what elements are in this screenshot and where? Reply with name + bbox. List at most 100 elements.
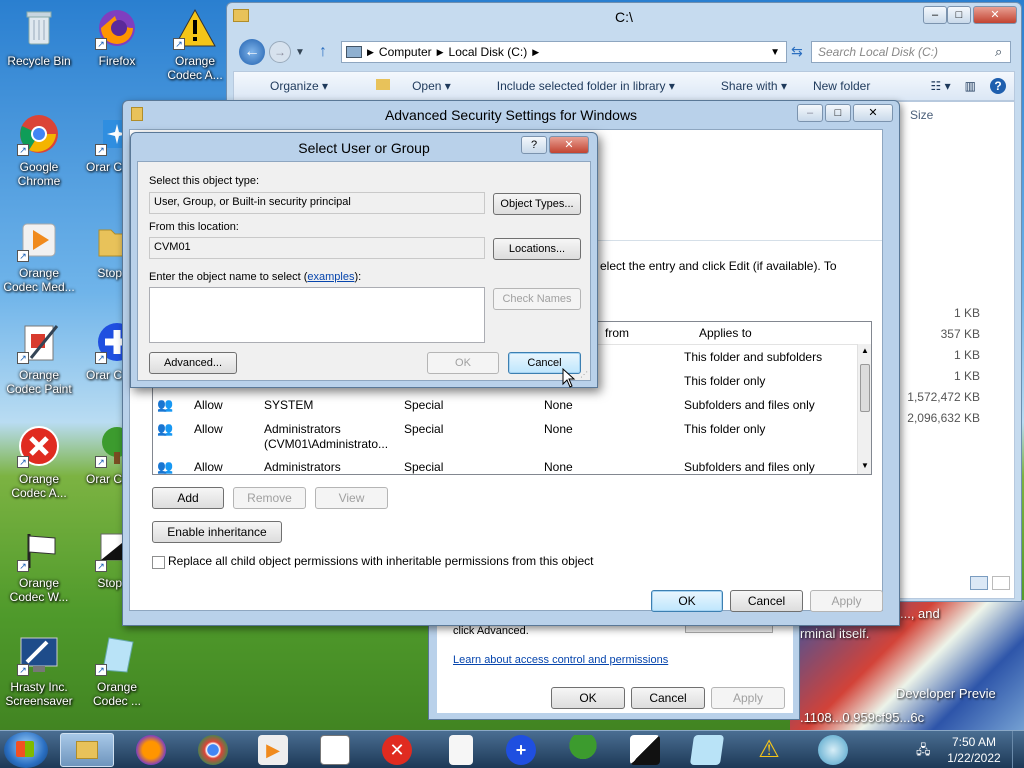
desktop-icon-label: Google Chrome xyxy=(17,160,61,188)
taskbar-red-x-icon[interactable]: ✕ xyxy=(382,735,412,765)
clock-date[interactable]: 1/22/2022 xyxy=(940,751,1008,765)
scrollbar-thumb[interactable] xyxy=(860,364,870,412)
media-player-icon: ↗ xyxy=(17,218,61,262)
select-user-body: Select this object type: User, Group, or… xyxy=(137,161,591,381)
desktop-icon-orange-codec-w[interactable]: ↗ Orange Codec W... xyxy=(2,528,76,604)
vertical-scrollbar[interactable]: ▲ ▼ xyxy=(857,344,871,474)
taskbar-chrome-icon[interactable] xyxy=(198,735,228,765)
recent-pages-icon[interactable]: ▼ xyxy=(295,47,305,58)
up-button[interactable]: ↑ xyxy=(319,43,327,61)
address-dropdown-icon[interactable]: ▼ xyxy=(770,47,780,58)
include-in-library-menu[interactable]: Include selected folder in library ▾ xyxy=(479,79,675,93)
taskbar-file-icon[interactable] xyxy=(449,735,473,765)
desktop-icon-hrasty-screensaver[interactable]: ↗ Hrasty Inc. Screensaver xyxy=(2,632,76,708)
desktop-icon-google-chrome[interactable]: ↗ Google Chrome xyxy=(2,112,76,188)
desktop-icon-label: Hrasty Inc. Screensaver xyxy=(5,680,73,708)
object-type-field: User, Group, or Built-in security princi… xyxy=(149,192,485,214)
network-tray-icon[interactable]: 🖧 xyxy=(916,741,931,763)
desktop-icon-orange-codec-paint[interactable]: ↗ Orange Codec Paint xyxy=(2,320,76,396)
minimize-button[interactable]: – xyxy=(923,6,947,24)
resize-grip-icon[interactable]: ⋰ xyxy=(580,370,588,379)
help-button[interactable]: ? xyxy=(521,136,547,154)
add-button[interactable]: Add xyxy=(152,487,224,509)
advanced-apply-button[interactable]: Apply xyxy=(810,590,883,612)
desktop-icon-orange-codec-media[interactable]: ↗ Orange Codec Med... xyxy=(2,218,76,294)
advanced-ok-button[interactable]: OK xyxy=(651,590,723,612)
locations-button[interactable]: Locations... xyxy=(493,238,581,260)
scroll-down-icon[interactable]: ▼ xyxy=(861,461,869,470)
preview-pane-icon[interactable]: ▥ xyxy=(965,79,976,93)
organize-menu[interactable]: Organize ▾ xyxy=(252,79,328,93)
firefox-icon: ↗ xyxy=(95,6,139,50)
breadcrumb-computer[interactable]: Computer xyxy=(379,45,432,59)
shortcut-arrow-icon: ↗ xyxy=(17,664,29,676)
column-header-size[interactable]: Size xyxy=(910,108,933,122)
show-desktop-button[interactable] xyxy=(1012,731,1024,768)
command-bar: Organize ▾ Open ▾ Include selected folde… xyxy=(233,71,1015,101)
enable-inheritance-button[interactable]: Enable inheritance xyxy=(152,521,282,543)
object-types-button[interactable]: Object Types... xyxy=(493,193,581,215)
help-icon[interactable]: ? xyxy=(990,78,1006,94)
desktop-icon-orange-codec-a-1[interactable]: ↗ Orange Codec A... xyxy=(158,6,232,82)
desktop-icon-label: Firefox xyxy=(98,54,136,68)
change-view-icon[interactable]: ☷ ▾ xyxy=(931,79,951,93)
taskbar-paint-icon[interactable] xyxy=(320,735,350,765)
large-icons-view-icon[interactable] xyxy=(992,576,1010,590)
desktop-icon-firefox[interactable]: ↗ Firefox xyxy=(80,6,154,68)
close-button[interactable]: ✕ xyxy=(853,104,893,122)
advanced-hint-text: click Advanced. xyxy=(453,625,529,637)
back-button[interactable]: ← xyxy=(239,39,265,65)
close-button[interactable]: ✕ xyxy=(973,6,1017,24)
breadcrumb-local-disk[interactable]: Local Disk (C:) xyxy=(449,45,528,59)
desktop-icon-orange-codec-a-2[interactable]: ↗ Orange Codec A... xyxy=(2,424,76,500)
taskbar-tree-icon[interactable] xyxy=(568,735,598,765)
replace-child-permissions-checkbox[interactable] xyxy=(152,556,165,569)
inherited-cell: None xyxy=(544,422,573,436)
desktop-icon-recycle-bin[interactable]: Recycle Bin xyxy=(2,6,76,68)
taskbar-warning-icon[interactable]: ⚠ xyxy=(754,735,784,765)
taskbar-glass-icon[interactable] xyxy=(689,735,725,765)
forward-button[interactable]: → xyxy=(269,41,291,63)
refresh-button[interactable]: ⇆ xyxy=(791,43,803,60)
permissions-ok-button[interactable]: OK xyxy=(551,687,625,709)
close-button[interactable]: ✕ xyxy=(549,136,589,154)
advanced-cancel-button[interactable]: Cancel xyxy=(730,590,803,612)
column-header-from[interactable]: from xyxy=(605,326,629,340)
taskbar-network-globe-icon[interactable] xyxy=(818,735,848,765)
view-button[interactable]: View xyxy=(315,487,388,509)
column-header-applies-to[interactable]: Applies to xyxy=(699,326,752,340)
principal-cell: Administrators xyxy=(264,460,341,474)
maximize-button[interactable]: □ xyxy=(825,104,851,122)
scroll-up-icon[interactable]: ▲ xyxy=(861,346,869,355)
object-name-input[interactable] xyxy=(149,287,485,343)
remove-button[interactable]: Remove xyxy=(233,487,306,509)
learn-access-control-link[interactable]: Learn about access control and permissio… xyxy=(453,654,668,666)
select-user-ok-button[interactable]: OK xyxy=(427,352,499,374)
new-folder-button[interactable]: New folder xyxy=(813,79,870,93)
taskbar-blue-plus-icon[interactable]: + xyxy=(506,735,536,765)
open-menu[interactable]: Open ▾ xyxy=(358,79,451,93)
maximize-button[interactable]: □ xyxy=(947,6,971,24)
minimize-button[interactable]: – xyxy=(797,104,823,122)
desktop-icon-orange-codec-last[interactable]: ↗ Orange Codec ... xyxy=(80,632,154,708)
permissions-cancel-button[interactable]: Cancel xyxy=(631,687,705,709)
taskbar-firefox-icon[interactable] xyxy=(136,735,166,765)
explorer-title: C:\ xyxy=(615,9,633,25)
shortcut-arrow-icon: ↗ xyxy=(17,352,29,364)
file-size: 357 KB xyxy=(940,327,980,341)
search-input[interactable]: Search Local Disk (C:) xyxy=(811,41,1011,63)
check-names-button[interactable]: Check Names xyxy=(493,288,581,310)
address-bar[interactable]: ▶ Computer ▶ Local Disk (C:) ▶ ▼ xyxy=(341,41,787,63)
details-view-icon[interactable] xyxy=(970,576,988,590)
examples-link[interactable]: examples xyxy=(307,271,354,283)
taskbar-monitor-icon[interactable] xyxy=(630,735,660,765)
file-size: 1,572,472 KB xyxy=(907,390,980,404)
advanced-button[interactable]: Advanced... xyxy=(149,352,237,374)
permissions-apply-button[interactable]: Apply xyxy=(711,687,785,709)
shortcut-arrow-icon: ↗ xyxy=(95,352,107,364)
file-size: 1 KB xyxy=(953,348,980,362)
taskbar: ▶ ✕ + ⚠ 🖧 7:50 AM 1/22/2022 xyxy=(0,730,1024,768)
taskbar-media-player-icon[interactable]: ▶ xyxy=(258,735,288,765)
clock-time[interactable]: 7:50 AM xyxy=(944,735,1004,749)
share-with-menu[interactable]: Share with ▾ xyxy=(703,79,787,93)
